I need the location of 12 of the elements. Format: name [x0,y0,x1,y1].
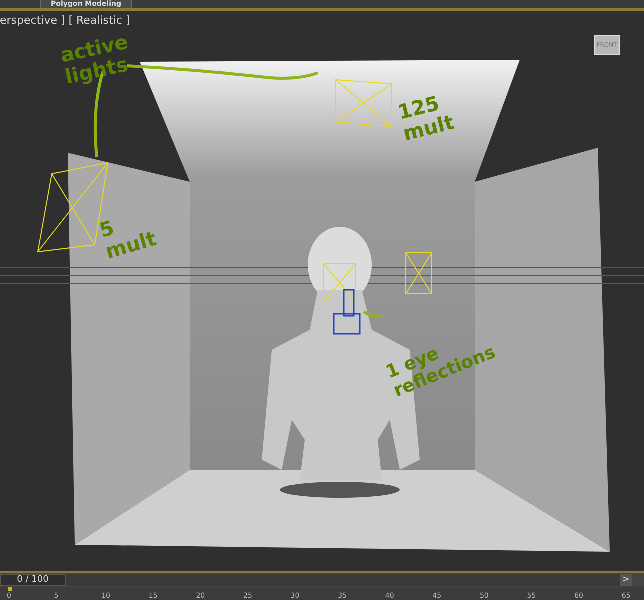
frame-marker [8,587,12,591]
light-icon [324,264,356,302]
time-slider[interactable]: 0 / 100 [0,574,620,586]
leader-line [363,310,382,318]
next-frame-button[interactable]: > [620,574,632,586]
handwritten-note: 5 mult [97,214,160,263]
viewport-label[interactable]: erspective ] [ Realistic ] [0,13,130,30]
handwritten-note: 125 mult [396,90,458,145]
light-icon [406,252,432,294]
time-slider-thumb[interactable]: 0 / 100 [0,574,66,586]
handwritten-note: active lights [58,28,132,88]
light-icon [336,79,392,128]
